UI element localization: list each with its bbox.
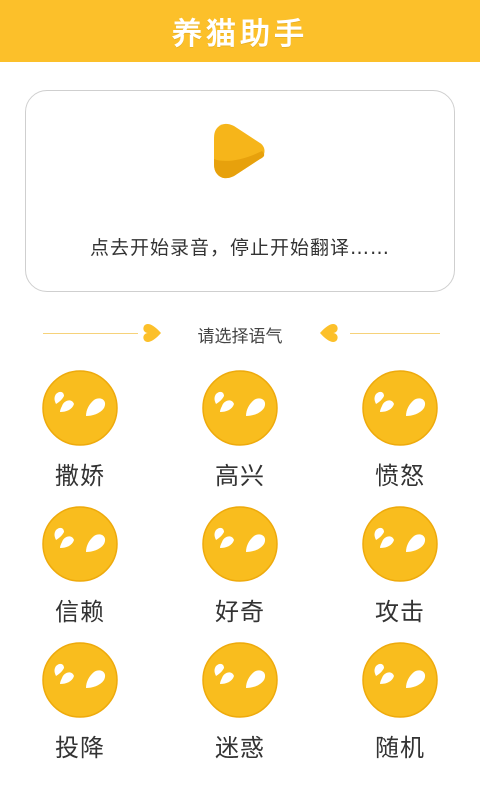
cat-face-icon bbox=[202, 370, 278, 446]
mood-label: 攻击 bbox=[375, 598, 425, 626]
mood-item-touxiang[interactable]: 投降 bbox=[30, 634, 130, 764]
mood-label: 高兴 bbox=[215, 462, 265, 490]
mood-item-sajiao[interactable]: 撒娇 bbox=[30, 362, 130, 492]
cat-face-icon bbox=[202, 506, 278, 582]
divider-line-right bbox=[350, 333, 440, 334]
mood-item-xinlai[interactable]: 信赖 bbox=[30, 498, 130, 628]
play-icon[interactable] bbox=[208, 121, 268, 181]
mood-item-mihuo[interactable]: 迷惑 bbox=[190, 634, 290, 764]
cat-face-icon bbox=[42, 642, 118, 718]
mood-item-suiji[interactable]: 随机 bbox=[350, 634, 450, 764]
record-card: 点去开始录音，停止开始翻译…… bbox=[25, 90, 455, 292]
heart-icon bbox=[320, 324, 338, 342]
section-divider: 请选择语气 bbox=[0, 314, 480, 352]
cat-face-icon bbox=[362, 370, 438, 446]
cat-face-icon bbox=[42, 506, 118, 582]
mood-label: 随机 bbox=[375, 734, 425, 762]
mood-item-haoqi[interactable]: 好奇 bbox=[190, 498, 290, 628]
section-title: 请选择语气 bbox=[197, 327, 283, 347]
heart-icon bbox=[143, 324, 161, 342]
cat-face-icon bbox=[202, 642, 278, 718]
mood-label: 投降 bbox=[55, 734, 105, 762]
divider-line-left bbox=[43, 333, 138, 334]
cat-face-icon bbox=[362, 642, 438, 718]
mood-item-gaoxing[interactable]: 高兴 bbox=[190, 362, 290, 492]
mood-item-gongji[interactable]: 攻击 bbox=[350, 498, 450, 628]
record-hint-text: 点去开始录音，停止开始翻译…… bbox=[89, 237, 390, 259]
mood-label: 迷惑 bbox=[215, 734, 265, 762]
mood-label: 愤怒 bbox=[375, 462, 425, 490]
cat-face-icon bbox=[42, 370, 118, 446]
app-header: 养猫助手 bbox=[0, 0, 480, 62]
app-title: 养猫助手 bbox=[172, 17, 308, 52]
cat-face-icon bbox=[362, 506, 438, 582]
mood-label: 好奇 bbox=[215, 598, 265, 626]
mood-item-fennu[interactable]: 愤怒 bbox=[350, 362, 450, 492]
mood-label: 撒娇 bbox=[55, 462, 105, 490]
mood-label: 信赖 bbox=[55, 598, 105, 626]
